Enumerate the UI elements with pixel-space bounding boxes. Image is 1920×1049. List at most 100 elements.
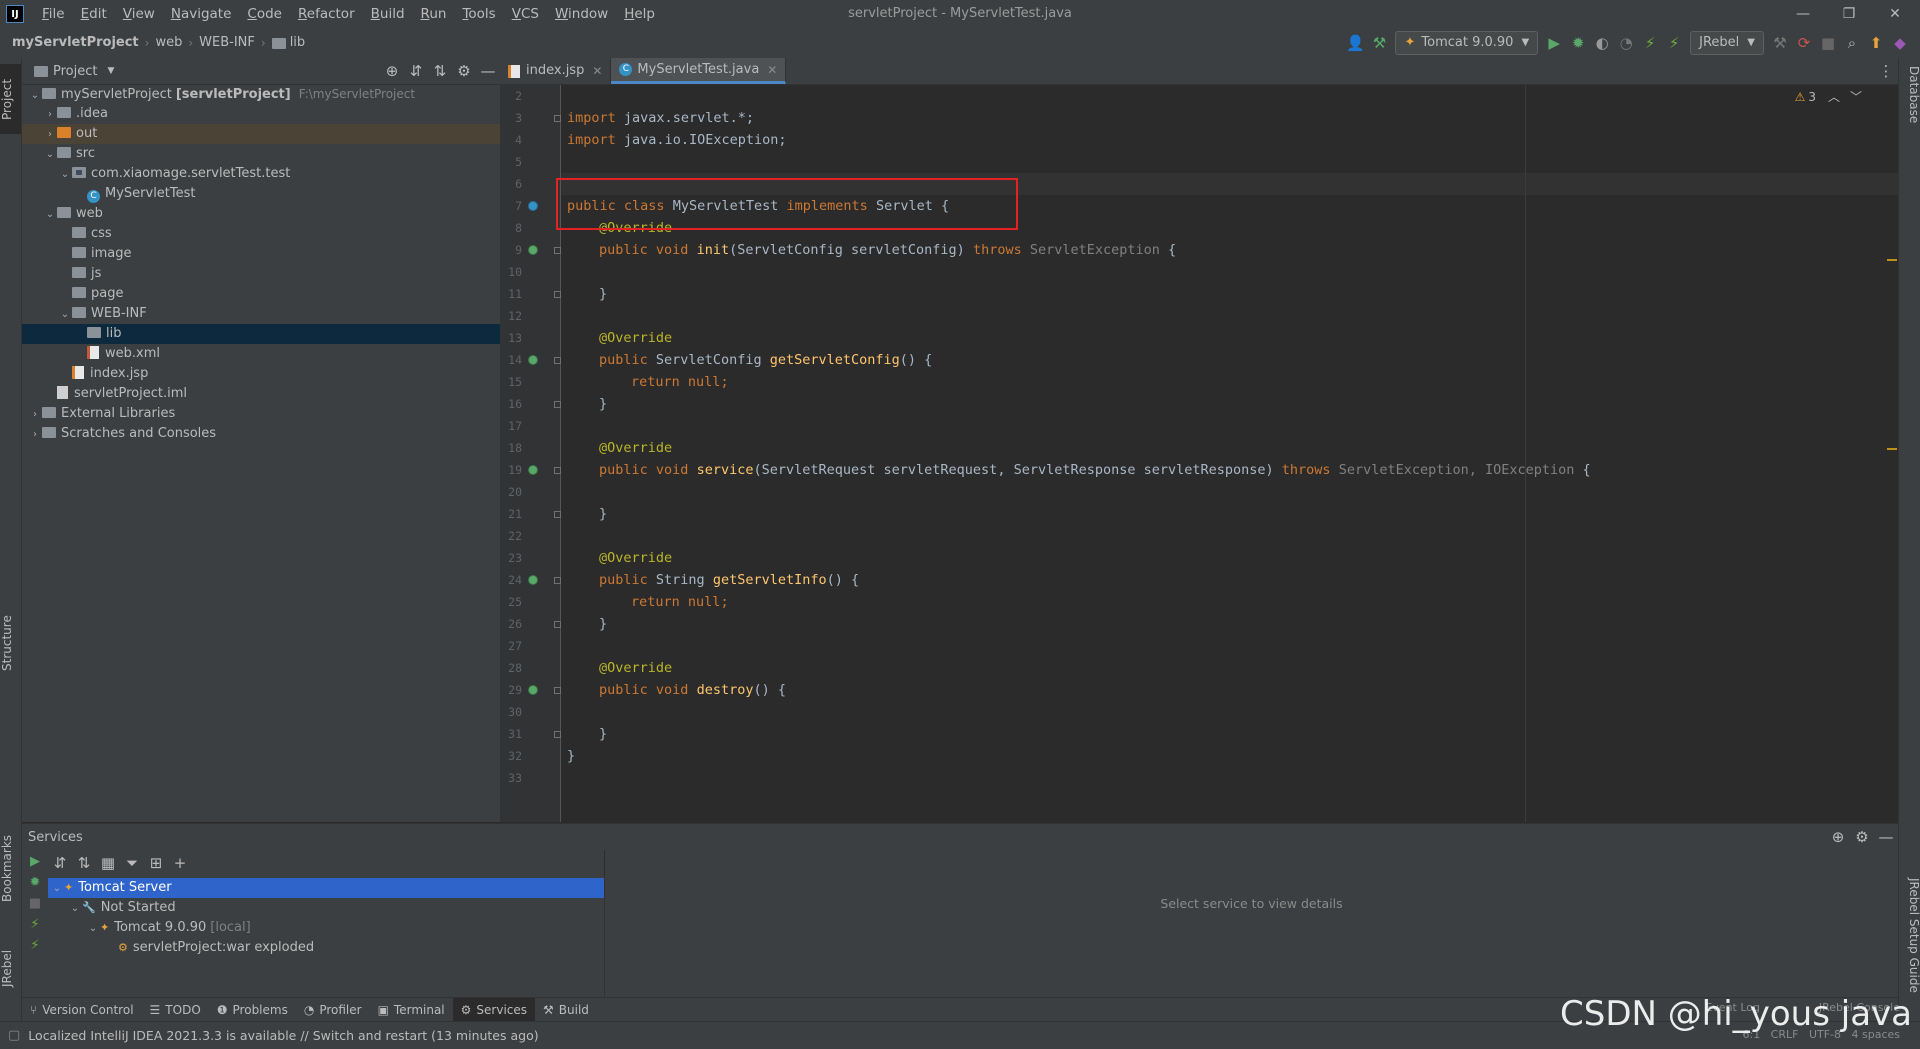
filter-icon[interactable]: ⏷: [120, 848, 144, 878]
code-line[interactable]: public void init(ServletConfig servletCo…: [599, 239, 1176, 261]
code-line[interactable]: public String getServletInfo() {: [599, 569, 859, 591]
class-implements-icon[interactable]: [528, 201, 538, 211]
code-line[interactable]: }: [599, 393, 607, 415]
intellij-logo-icon[interactable]: IJ: [6, 5, 24, 23]
implement-method-icon[interactable]: [528, 245, 538, 255]
tool-window-terminal[interactable]: ▣ Terminal: [370, 998, 453, 1022]
tree-item[interactable]: index.jsp: [22, 364, 500, 384]
code-line[interactable]: import java.io.IOException;: [567, 129, 786, 151]
breadcrumb-project[interactable]: myServletProject: [12, 28, 139, 58]
chevron-right-icon[interactable]: ›: [43, 125, 57, 145]
tree-item[interactable]: ⌄ web: [22, 204, 500, 224]
menu-item[interactable]: VCS: [504, 0, 547, 28]
code-line[interactable]: return null;: [631, 371, 729, 393]
expand-all-icon[interactable]: ⇵: [404, 56, 428, 86]
menu-item[interactable]: Navigate: [163, 0, 240, 28]
tree-item[interactable]: ⌄ src: [22, 144, 500, 164]
bookmarks-tool-tab[interactable]: Bookmarks: [0, 828, 21, 908]
stop-icon[interactable]: ■: [1816, 28, 1840, 58]
code-line[interactable]: }: [599, 723, 607, 745]
debug-icon[interactable]: ✹: [22, 875, 48, 890]
chevron-down-icon[interactable]: ⌄: [28, 86, 42, 106]
code-line[interactable]: import javax.servlet.*;: [567, 107, 754, 129]
profile-icon[interactable]: ◔: [1614, 28, 1638, 58]
tree-item[interactable]: page: [22, 284, 500, 304]
service-tree-item[interactable]: ⌄ 🔧 Not Started: [48, 898, 604, 918]
code-line[interactable]: @Override: [599, 547, 672, 569]
breadcrumb-web-inf[interactable]: WEB-INF: [199, 28, 255, 58]
tree-item[interactable]: css: [22, 224, 500, 244]
tree-item[interactable]: › Scratches and Consoles: [22, 424, 500, 444]
chevron-down-icon[interactable]: ⌄: [43, 205, 57, 225]
menu-item[interactable]: Run: [413, 0, 455, 28]
menu-item[interactable]: Build: [363, 0, 413, 28]
locate-icon[interactable]: ⊕: [380, 56, 404, 86]
hammer-icon[interactable]: ⚒: [1768, 28, 1792, 58]
implement-method-icon[interactable]: [528, 355, 538, 365]
menu-item[interactable]: Edit: [73, 0, 115, 28]
inspection-widget[interactable]: ⚠ 3 ︿ ﹀: [1795, 88, 1862, 105]
tree-item[interactable]: › out: [22, 124, 500, 144]
fold-marker-icon[interactable]: [554, 577, 561, 584]
run-configuration-select[interactable]: ✦ Tomcat 9.0.90 ▼: [1395, 31, 1539, 55]
more-tabs-icon[interactable]: ⋮: [1874, 56, 1898, 86]
search-icon[interactable]: ⌕: [1840, 28, 1864, 58]
code-line[interactable]: return null;: [631, 591, 729, 613]
jrebel-select[interactable]: JRebel ▼: [1690, 31, 1764, 55]
error-stripe-mark[interactable]: [1887, 259, 1897, 261]
collapse-all-icon[interactable]: ⇅: [72, 848, 96, 878]
breadcrumb-web[interactable]: web: [155, 28, 182, 58]
tool-window-version-control[interactable]: ⑂ Version Control: [22, 998, 142, 1022]
target-icon[interactable]: ⊕: [1826, 822, 1850, 852]
service-tree-item[interactable]: ⌄ ✦ Tomcat 9.0.90 [local]: [48, 918, 604, 938]
maximize-button[interactable]: ❐: [1826, 0, 1872, 28]
fold-marker-icon[interactable]: [554, 467, 561, 474]
structure-tool-tab[interactable]: Structure: [0, 608, 21, 678]
tree-item[interactable]: web.xml: [22, 344, 500, 364]
fold-marker-icon[interactable]: [554, 291, 561, 298]
fold-marker-icon[interactable]: [554, 247, 561, 254]
code-line[interactable]: public ServletConfig getServletConfig() …: [599, 349, 932, 371]
menu-item[interactable]: Tools: [454, 0, 503, 28]
gear-icon[interactable]: ⚙: [1850, 822, 1874, 852]
menu-item[interactable]: File: [34, 0, 73, 28]
service-tree-item[interactable]: ⌄ ✦ Tomcat Server: [48, 878, 604, 898]
chevron-right-icon[interactable]: ›: [28, 425, 42, 445]
tree-item[interactable]: js: [22, 264, 500, 284]
gear-icon[interactable]: ⚙: [452, 56, 476, 86]
tree-item[interactable]: lib: [22, 324, 500, 344]
tab-index-jsp[interactable]: index.jsp ✕: [500, 58, 612, 84]
run-icon[interactable]: ▶: [22, 854, 48, 869]
chevron-down-icon[interactable]: ⌄: [58, 305, 72, 325]
chevron-down-icon[interactable]: ⌄: [43, 145, 57, 165]
project-view-label[interactable]: Project: [53, 64, 97, 79]
menu-item[interactable]: Code: [239, 0, 290, 28]
minimize-button[interactable]: —: [1780, 0, 1826, 28]
breadcrumb-lib[interactable]: lib: [290, 28, 305, 58]
build-hammer-icon[interactable]: ⚒: [1367, 28, 1391, 58]
hide-panel-icon[interactable]: —: [1874, 822, 1898, 852]
jrebel-tool-tab[interactable]: JRebel: [0, 938, 21, 998]
tree-item[interactable]: ⌄ myServletProject [servletProject] F:\mySe…: [22, 84, 500, 104]
tab-myservlettest-java[interactable]: C MyServletTest.java ✕: [611, 57, 787, 84]
stop-icon[interactable]: ■: [22, 896, 48, 911]
add-icon[interactable]: +: [168, 848, 192, 878]
tree-item[interactable]: › External Libraries: [22, 404, 500, 424]
tool-window-services[interactable]: ⚙ Services: [452, 998, 536, 1022]
code-line[interactable]: }: [599, 613, 607, 635]
chevron-right-icon[interactable]: ›: [28, 405, 42, 425]
fold-marker-icon[interactable]: [554, 687, 561, 694]
code-line[interactable]: }: [599, 283, 607, 305]
close-icon[interactable]: ✕: [767, 57, 777, 83]
chevron-down-icon[interactable]: ﹀: [1850, 88, 1862, 105]
tree-item[interactable]: › .idea: [22, 104, 500, 124]
tree-item[interactable]: servletProject.iml: [22, 384, 500, 404]
chevron-down-icon[interactable]: ⌄: [58, 165, 72, 185]
code-line[interactable]: }: [567, 745, 575, 767]
code-line[interactable]: @Override: [599, 437, 672, 459]
jrebel-run-icon[interactable]: ⚡: [22, 917, 48, 932]
implement-method-icon[interactable]: [528, 575, 538, 585]
user-icon[interactable]: 👤: [1343, 28, 1367, 58]
fold-marker-icon[interactable]: [554, 115, 561, 122]
fold-marker-icon[interactable]: [554, 357, 561, 364]
